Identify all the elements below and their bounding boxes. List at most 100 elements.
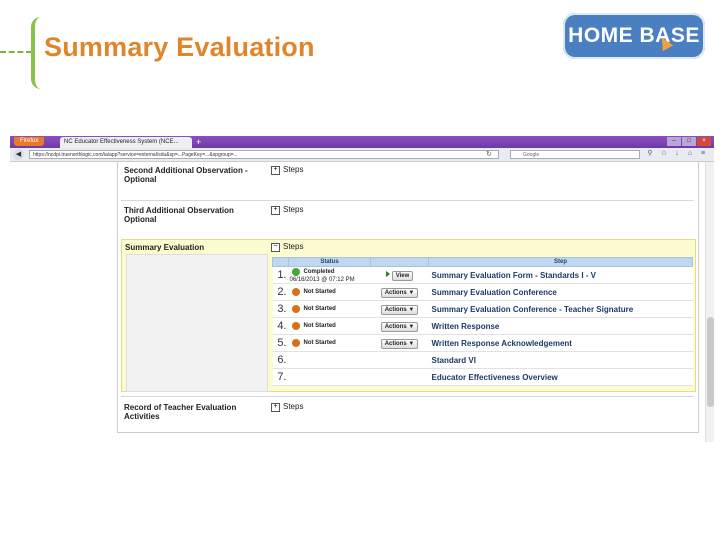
row-number: 1. (272, 266, 289, 284)
table-row: 1. Completed 06/16/2013 @ 07:12 PM View … (272, 266, 693, 284)
row-number: 5. (272, 334, 289, 352)
action-cell (370, 368, 429, 386)
status-cell: Not Started (288, 317, 371, 335)
table-row: 6. Standard VI (272, 351, 693, 369)
new-tab-button[interactable]: + (196, 137, 206, 147)
play-icon (385, 271, 390, 278)
section-third-observation: Third Additional Observation Optional + … (121, 200, 694, 229)
scrollbar[interactable] (705, 162, 714, 442)
steps-table: Status Step 1. Completed 06/16/2013 @ 07… (272, 257, 693, 386)
url-bar[interactable]: https://ncdpi.truenorthlogic.com/ia/app?… (29, 150, 499, 159)
step-name[interactable]: Summary Evaluation Conference - Teacher … (428, 300, 693, 318)
step-name[interactable]: Written Response (428, 317, 693, 335)
status-cell: Not Started (288, 300, 371, 318)
status-cell: Completed 06/16/2013 @ 07:12 PM (288, 266, 371, 284)
magnifier-icon[interactable]: ⚲ (646, 150, 654, 158)
status-header: Status (288, 257, 371, 267)
search-input[interactable]: Google (510, 150, 640, 159)
scrollbar-thumb[interactable] (707, 317, 714, 407)
section-label: Second Additional Observation - Optional (124, 166, 248, 184)
step-name: Educator Effectiveness Overview (428, 368, 693, 386)
title-bracket-decoration (31, 17, 43, 89)
minimize-button[interactable]: – (667, 137, 681, 146)
action-cell: Actions ▼ (370, 300, 429, 318)
actions-dropdown[interactable]: Actions ▼ (380, 321, 419, 332)
maximize-button[interactable]: □ (682, 137, 696, 146)
step-name[interactable]: Summary Evaluation Conference (428, 283, 693, 301)
table-row: 5. Not Started Actions ▼ Written Respons… (272, 334, 693, 352)
view-button[interactable]: View (391, 270, 414, 281)
action-cell: View (370, 266, 429, 284)
firefox-menu-button[interactable]: Firefox (14, 137, 45, 146)
actions-dropdown[interactable]: Actions ▼ (380, 287, 419, 298)
steps-link[interactable]: Steps (283, 165, 303, 174)
home-icon[interactable]: ⌂ (686, 150, 694, 158)
steps-link[interactable]: Steps (283, 402, 303, 411)
status-cell (288, 351, 371, 369)
browser-titlebar: Firefox NC Educator Effectiveness System… (10, 136, 714, 148)
table-row: 3. Not Started Actions ▼ Summary Evaluat… (272, 300, 693, 318)
status-text: Not Started (303, 323, 336, 329)
expand-icon[interactable]: + (271, 403, 280, 412)
evaluation-panel: Second Additional Observation - Optional… (117, 162, 699, 433)
search-placeholder: Google (523, 152, 540, 158)
steps-link[interactable]: Steps (283, 205, 303, 214)
action-cell (370, 351, 429, 369)
star-icon[interactable]: ☆ (660, 150, 668, 158)
page-content: Second Additional Observation - Optional… (10, 162, 714, 442)
step-name[interactable]: Summary Evaluation Form - Standards I - … (428, 266, 693, 284)
actions-dropdown[interactable]: Actions ▼ (380, 304, 419, 315)
section-label: Summary Evaluation (125, 243, 205, 252)
pending-icon (291, 339, 300, 347)
slide-title: Summary Evaluation (44, 32, 315, 62)
table-row: 7. Educator Effectiveness Overview (272, 368, 693, 386)
window-controls: – □ × (667, 137, 711, 146)
table-row: 2. Not Started Actions ▼ Summary Evaluat… (272, 283, 693, 301)
pending-icon (291, 305, 300, 313)
home-base-logo: HOME BASE (563, 13, 705, 59)
status-text: Not Started (303, 340, 336, 346)
back-arrow-icon[interactable]: ◀ (13, 149, 24, 160)
tab-title: NC Educator Effectiveness System (NCE... (64, 139, 179, 145)
section-label-cell (126, 254, 268, 392)
section-record-activities: Record of Teacher Evaluation Activities … (121, 396, 694, 431)
table-header-row: Status Step (272, 257, 693, 267)
status-text: Not Started (303, 289, 336, 295)
url-text: https://ncdpi.truenorthlogic.com/ia/app?… (33, 152, 238, 158)
expand-icon[interactable]: + (271, 206, 280, 215)
action-cell: Actions ▼ (370, 283, 429, 301)
row-number: 6. (272, 351, 289, 369)
browser-tab[interactable]: NC Educator Effectiveness System (NCE... (60, 137, 192, 148)
status-text: Not Started (303, 306, 336, 312)
logo-text: HOME BASE (568, 24, 700, 47)
actions-dropdown[interactable]: Actions ▼ (380, 338, 419, 349)
status-cell: Not Started (288, 283, 371, 301)
section-label: Record of Teacher Evaluation Activities (124, 403, 237, 421)
title-dash-line (0, 51, 32, 53)
step-header: Step (428, 257, 693, 267)
pending-icon (291, 322, 300, 330)
step-name[interactable]: Written Response Acknowledgement (428, 334, 693, 352)
section-summary-evaluation: Summary Evaluation − Steps Status Step 1… (121, 239, 696, 392)
menu-icon[interactable]: ≡ (699, 150, 707, 158)
steps-link[interactable]: Steps (283, 242, 303, 251)
section-second-observation: Second Additional Observation - Optional… (121, 162, 694, 192)
download-icon[interactable]: ↓ (673, 150, 681, 158)
status-date: 06/16/2013 @ 07:12 PM (289, 276, 355, 283)
action-cell: Actions ▼ (370, 334, 429, 352)
step-name: Standard VI (428, 351, 693, 369)
close-button[interactable]: × (697, 137, 711, 146)
row-number: 2. (272, 283, 289, 301)
expand-icon[interactable]: + (271, 166, 280, 175)
browser-navbar: ◀ https://ncdpi.truenorthlogic.com/ia/ap… (10, 148, 714, 162)
collapse-icon[interactable]: − (271, 243, 280, 252)
status-cell: Not Started (288, 334, 371, 352)
table-row: 4. Not Started Actions ▼ Written Respons… (272, 317, 693, 335)
row-number: 3. (272, 300, 289, 318)
status-cell (288, 368, 371, 386)
refresh-icon[interactable]: ↻ (486, 150, 492, 159)
section-label: Third Additional Observation Optional (124, 206, 234, 224)
pending-icon (291, 288, 300, 296)
browser-window: Firefox NC Educator Effectiveness System… (10, 136, 714, 442)
action-cell: Actions ▼ (370, 317, 429, 335)
